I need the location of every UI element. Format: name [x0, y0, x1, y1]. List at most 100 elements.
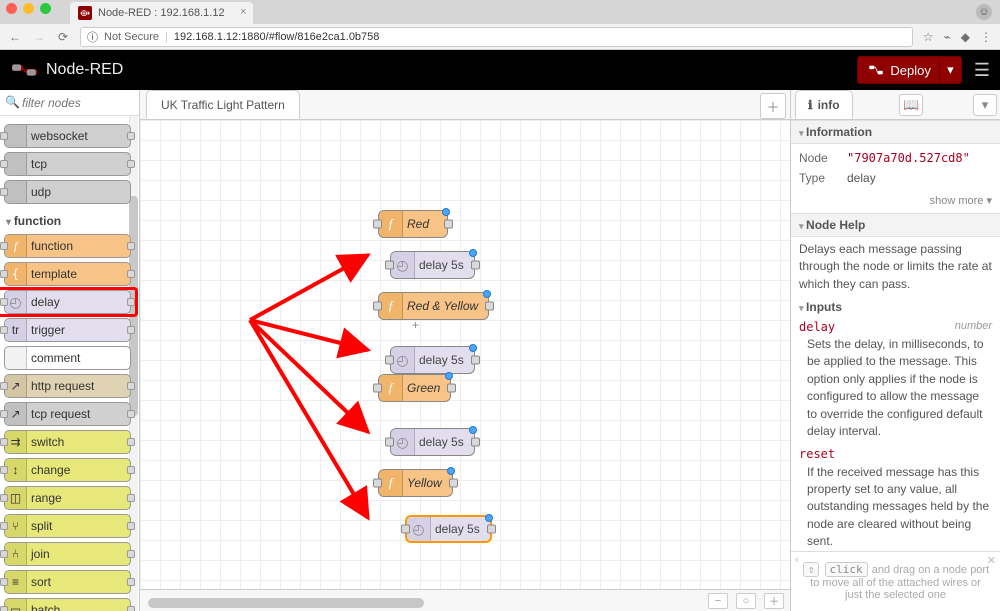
palette-node-function[interactable]: ffunction — [4, 234, 131, 258]
flow-node-delay-5s[interactable]: delay 5s — [405, 515, 492, 543]
output-port[interactable] — [471, 438, 480, 447]
zoom-out-button[interactable]: − — [708, 593, 728, 609]
palette-node-websocket[interactable]: websocket — [4, 124, 131, 148]
input-port[interactable] — [373, 384, 382, 393]
tips-panel: ‹ ✕ ⇧ click and drag on a node port to m… — [791, 551, 1000, 611]
palette-node-switch[interactable]: ⇉switch — [4, 430, 131, 454]
deploy-button[interactable]: Deploy ▾ — [857, 56, 961, 84]
palette-node-comment[interactable]: comment — [4, 346, 131, 370]
flow-node-red[interactable]: fRed — [378, 210, 448, 238]
tip-key-shift: ⇧ — [803, 562, 820, 577]
close-icon[interactable] — [6, 3, 17, 14]
section-information[interactable]: Information — [791, 120, 1000, 144]
palette-node-change[interactable]: ↕change — [4, 458, 131, 482]
clock-icon — [391, 429, 415, 455]
url-field[interactable]: ⓘ Not Secure | 192.168.1.12:1880/#flow/8… — [80, 27, 913, 47]
sidebar-tabs: ℹ info 📖 ▾ — [791, 90, 1000, 120]
palette-node-tcp[interactable]: tcp — [4, 152, 131, 176]
output-port[interactable] — [471, 261, 480, 270]
browser-menu-icon[interactable]: ⋮ — [980, 30, 992, 44]
palette-node-split[interactable]: ⑂split — [4, 514, 131, 538]
back-icon[interactable]: ← — [8, 30, 22, 44]
udp-icon — [5, 181, 27, 203]
macos-window-controls[interactable] — [6, 3, 51, 14]
sidebar-tab-info[interactable]: ℹ info — [795, 90, 853, 119]
minimize-icon[interactable] — [23, 3, 34, 14]
info-icon[interactable]: ⓘ — [87, 29, 98, 45]
palette-node-trigger[interactable]: trtrigger — [4, 318, 131, 342]
input-port[interactable] — [401, 525, 410, 534]
palette-node-http-request[interactable]: ↗http request — [4, 374, 131, 398]
app-title: Node-RED — [46, 61, 123, 79]
add-node-hint-icon[interactable]: + — [412, 318, 419, 332]
flow-node-delay-5s[interactable]: delay 5s — [390, 251, 475, 279]
show-more-link[interactable]: show more ▾ — [791, 192, 1000, 213]
tab-close-icon[interactable]: × — [240, 6, 246, 18]
palette-node-tcp-request[interactable]: ↗tcp request — [4, 402, 131, 426]
canvas-hscrollbar[interactable] — [148, 598, 650, 608]
palette-node-udp[interactable]: udp — [4, 180, 131, 204]
palette-node-range[interactable]: ◫range — [4, 486, 131, 510]
star-icon[interactable]: ☆ — [923, 30, 934, 44]
sidebar-book-button[interactable]: 📖 — [899, 94, 923, 116]
palette-filter-input[interactable] — [0, 90, 139, 115]
info-type-label: Type — [799, 168, 847, 188]
flow-node-delay-5s[interactable]: delay 5s — [390, 346, 475, 374]
input-port[interactable] — [385, 356, 394, 365]
output-port[interactable] — [444, 220, 453, 229]
changed-dot-icon — [469, 426, 477, 434]
output-port[interactable] — [487, 525, 496, 534]
flow-node-red-yellow[interactable]: fRed & Yellow — [378, 292, 489, 320]
flow-node-yellow[interactable]: fYellow — [378, 469, 453, 497]
⑂-icon: ⑂ — [5, 515, 27, 537]
palette-node-sort[interactable]: ≡sort — [4, 570, 131, 594]
browser-tab[interactable]: ⟴ Node-RED : 192.168.1.12 × — [70, 2, 253, 24]
palette-node-label: comment — [31, 351, 80, 365]
changed-dot-icon — [483, 290, 491, 298]
deploy-caret-icon[interactable]: ▾ — [939, 57, 961, 83]
palette-node-template[interactable]: {template — [4, 262, 131, 286]
search-icon: 🔍 — [5, 95, 20, 109]
flow-node-label: delay 5s — [435, 522, 480, 536]
maximize-icon[interactable] — [40, 3, 51, 14]
input-port[interactable] — [385, 261, 394, 270]
palette-node-join[interactable]: ⑃join — [4, 542, 131, 566]
flow-canvas[interactable]: + − ○ ＋ fRed delay 5s fRed & Yellow delay 5… — [140, 120, 790, 611]
output-port[interactable] — [485, 302, 494, 311]
tip-close-icon[interactable]: ✕ — [987, 554, 996, 567]
extension-icon[interactable]: ◆ — [961, 30, 970, 44]
palette-node-delay[interactable]: delay — [4, 290, 131, 314]
input-port[interactable] — [373, 302, 382, 311]
flow-node-label: delay 5s — [419, 353, 464, 367]
section-node-help[interactable]: Node Help — [791, 213, 1000, 237]
profile-icon[interactable]: ☺ — [976, 4, 992, 20]
hamburger-menu-icon[interactable]: ☰ — [974, 60, 990, 81]
palette-node-label: trigger — [31, 323, 65, 337]
prop-reset-desc: If the received message has this propert… — [799, 464, 992, 551]
prop-delay-desc: Sets the delay, in milliseconds, to be a… — [799, 336, 992, 440]
input-port[interactable] — [385, 438, 394, 447]
input-port[interactable] — [373, 479, 382, 488]
flow-node-green[interactable]: fGreen — [378, 374, 451, 402]
output-port[interactable] — [447, 384, 456, 393]
↗-icon: ↗ — [5, 375, 27, 397]
input-port[interactable] — [373, 220, 382, 229]
sidebar-dropdown-button[interactable]: ▾ — [973, 94, 997, 116]
zoom-in-button[interactable]: ＋ — [764, 593, 784, 609]
output-port[interactable] — [471, 356, 480, 365]
reload-icon[interactable]: ⟳ — [56, 30, 70, 44]
help-intro: Delays each message passing through the … — [799, 241, 992, 293]
omnibox-icon[interactable]: ⌁ — [944, 30, 951, 44]
tip-prev-icon[interactable]: ‹ — [795, 554, 799, 566]
zoom-reset-button[interactable]: ○ — [736, 593, 756, 609]
palette-node-label: join — [31, 547, 50, 561]
info-node-id: "7907a70d.527cd8" — [847, 148, 992, 168]
palette-category-function[interactable]: function — [6, 214, 131, 228]
output-port[interactable] — [449, 479, 458, 488]
palette-node-label: function — [31, 239, 73, 253]
palette-node-batch[interactable]: ▭batch — [4, 598, 131, 611]
flow-node-delay-5s[interactable]: delay 5s — [390, 428, 475, 456]
flow-tab[interactable]: UK Traffic Light Pattern — [146, 90, 300, 119]
palette-node-label: tcp request — [31, 407, 90, 421]
add-flow-button[interactable]: ＋ — [760, 93, 786, 119]
